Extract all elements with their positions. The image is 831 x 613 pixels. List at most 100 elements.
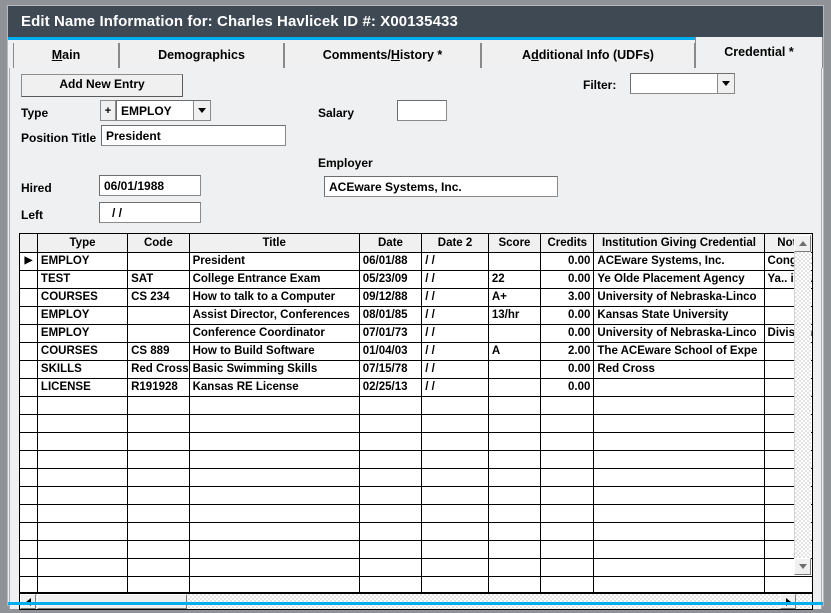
- table-row[interactable]: [20, 396, 812, 415]
- cell-date2[interactable]: / /: [421, 342, 489, 361]
- cell-title[interactable]: [189, 396, 360, 415]
- cell-score[interactable]: [488, 504, 542, 523]
- row-selector-cell[interactable]: [20, 324, 38, 343]
- cell-title[interactable]: [189, 504, 360, 523]
- tab-additional-info[interactable]: Additional Info (UDFs): [481, 43, 695, 68]
- cell-credits[interactable]: 3.00: [540, 288, 595, 307]
- salary-input[interactable]: [397, 100, 447, 121]
- cell-date2[interactable]: / /: [421, 360, 489, 379]
- cell-credits[interactable]: [540, 522, 595, 541]
- cell-score[interactable]: [488, 324, 542, 343]
- cell-score[interactable]: [488, 414, 542, 433]
- row-selector-cell[interactable]: [20, 522, 38, 541]
- cell-credits[interactable]: [540, 468, 595, 487]
- tab-main[interactable]: Main: [13, 43, 119, 68]
- cell-date2[interactable]: [421, 504, 489, 523]
- column-header-code[interactable]: Code: [127, 234, 190, 253]
- grid-vertical-scrollbar[interactable]: [794, 235, 811, 575]
- row-selector-cell[interactable]: [20, 396, 38, 415]
- cell-title[interactable]: [189, 576, 360, 592]
- cell-institution[interactable]: [593, 504, 765, 523]
- cell-code[interactable]: R191928: [127, 378, 190, 397]
- cell-institution[interactable]: Red Cross: [593, 360, 765, 379]
- row-selector-cell[interactable]: [20, 486, 38, 505]
- cell-title[interactable]: [189, 522, 360, 541]
- row-selector-cell[interactable]: [20, 450, 38, 469]
- hired-input[interactable]: 06/01/1988: [99, 175, 201, 196]
- cell-date[interactable]: [359, 522, 423, 541]
- cell-type[interactable]: [37, 396, 129, 415]
- cell-date[interactable]: [359, 558, 423, 577]
- cell-institution[interactable]: [593, 450, 765, 469]
- cell-credits[interactable]: 0.00: [540, 360, 595, 379]
- cell-title[interactable]: [189, 414, 360, 433]
- cell-score[interactable]: [488, 378, 542, 397]
- cell-code[interactable]: [127, 432, 190, 451]
- cell-institution[interactable]: [593, 432, 765, 451]
- cell-title[interactable]: Basic Swimming Skills: [189, 360, 360, 379]
- cell-date[interactable]: 08/01/85: [359, 306, 423, 325]
- cell-date[interactable]: 09/12/88: [359, 288, 423, 307]
- cell-type[interactable]: [37, 540, 129, 559]
- cell-score[interactable]: [488, 558, 542, 577]
- cell-type[interactable]: [37, 486, 129, 505]
- cell-date[interactable]: 01/04/03: [359, 342, 423, 361]
- cell-date2[interactable]: / /: [421, 252, 489, 271]
- cell-date[interactable]: 02/25/13: [359, 378, 423, 397]
- cell-date2[interactable]: [421, 540, 489, 559]
- scroll-down-button[interactable]: [794, 558, 811, 575]
- cell-date[interactable]: [359, 396, 423, 415]
- cell-title[interactable]: [189, 432, 360, 451]
- row-selector-cell[interactable]: [20, 558, 38, 577]
- cell-type[interactable]: LICENSE: [37, 378, 129, 397]
- column-header-type[interactable]: Type: [37, 234, 129, 253]
- column-header-title[interactable]: Title: [189, 234, 360, 253]
- chevron-down-icon[interactable]: [193, 101, 210, 120]
- cell-date[interactable]: [359, 486, 423, 505]
- cell-type[interactable]: TEST: [37, 270, 129, 289]
- cell-institution[interactable]: The ACEware School of Expe: [593, 342, 765, 361]
- table-row[interactable]: COURSES CS 234 How to talk to a Computer 09…: [20, 288, 812, 307]
- cell-title[interactable]: Kansas RE License: [189, 378, 360, 397]
- table-row[interactable]: TEST SAT College Entrance Exam 05/23/09/ /2…: [20, 270, 812, 289]
- cell-credits[interactable]: 0.00: [540, 378, 595, 397]
- cell-credits[interactable]: [540, 504, 595, 523]
- row-selector-cell[interactable]: [20, 270, 38, 289]
- cell-date[interactable]: [359, 468, 423, 487]
- cell-score[interactable]: 13/hr: [488, 306, 542, 325]
- cell-title[interactable]: [189, 558, 360, 577]
- cell-score[interactable]: [488, 360, 542, 379]
- table-row[interactable]: EMPLOY Assist Director, Conferences 08/01/…: [20, 306, 812, 325]
- type-add-button[interactable]: +: [100, 100, 116, 121]
- cell-type[interactable]: [37, 522, 129, 541]
- cell-code[interactable]: [127, 450, 190, 469]
- cell-credits[interactable]: [540, 396, 595, 415]
- cell-score[interactable]: [488, 432, 542, 451]
- cell-type[interactable]: [37, 414, 129, 433]
- cell-credits[interactable]: [540, 486, 595, 505]
- cell-code[interactable]: SAT: [127, 270, 190, 289]
- cell-date2[interactable]: / /: [421, 306, 489, 325]
- cell-date2[interactable]: [421, 522, 489, 541]
- cell-score[interactable]: [488, 252, 542, 271]
- cell-date2[interactable]: [421, 468, 489, 487]
- vertical-scroll-track[interactable]: [794, 252, 811, 558]
- cell-type[interactable]: COURSES: [37, 288, 129, 307]
- cell-score[interactable]: [488, 486, 542, 505]
- cell-score[interactable]: [488, 468, 542, 487]
- cell-code[interactable]: [127, 540, 190, 559]
- cell-type[interactable]: [37, 432, 129, 451]
- cell-date[interactable]: [359, 576, 423, 592]
- cell-code[interactable]: [127, 324, 190, 343]
- cell-type[interactable]: COURSES: [37, 342, 129, 361]
- cell-date2[interactable]: [421, 450, 489, 469]
- cell-date2[interactable]: [421, 432, 489, 451]
- cell-institution[interactable]: University of Nebraska-Linco: [593, 288, 765, 307]
- cell-date[interactable]: 05/23/09: [359, 270, 423, 289]
- cell-date2[interactable]: [421, 486, 489, 505]
- row-selector-cell[interactable]: ▶: [20, 252, 38, 271]
- cell-institution[interactable]: [593, 558, 765, 577]
- cell-institution[interactable]: Kansas State University: [593, 306, 765, 325]
- cell-credits[interactable]: 0.00: [540, 324, 595, 343]
- cell-type[interactable]: EMPLOY: [37, 324, 129, 343]
